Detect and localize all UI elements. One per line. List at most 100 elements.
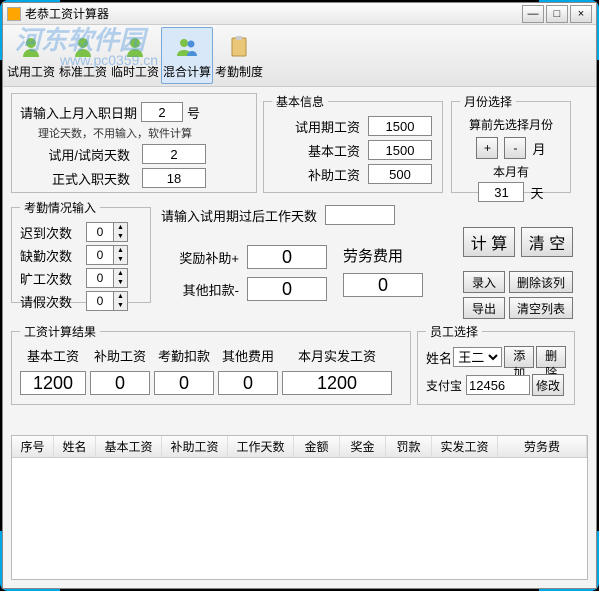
- workdays-after-input[interactable]: [325, 205, 395, 225]
- bonus-label: 奖励补助+: [161, 248, 239, 267]
- skip-stepper[interactable]: ▲▼: [86, 268, 128, 288]
- tab-label: 临时工资: [111, 63, 159, 80]
- tab-mixed-calc[interactable]: 混合计算: [161, 27, 213, 84]
- tab-label: 标准工资: [59, 63, 107, 80]
- bonus-input[interactable]: [247, 245, 327, 269]
- stepper-down-icon[interactable]: ▼: [113, 232, 127, 241]
- result-actual-value: [282, 371, 392, 395]
- stepper-up-icon[interactable]: ▲: [113, 292, 127, 301]
- app-window: 老恭工资计算器 — □ × 试用工资 标准工资 临时工资 混合计算: [2, 2, 597, 589]
- month-days-suffix: 天: [530, 183, 543, 202]
- clipboard-icon: [223, 31, 255, 63]
- stepper-down-icon[interactable]: ▼: [113, 278, 127, 287]
- tab-standard-salary[interactable]: 标准工资: [57, 27, 109, 84]
- tab-trial-salary[interactable]: 试用工资: [5, 27, 57, 84]
- result-legend: 工资计算结果: [20, 323, 100, 340]
- th-allow[interactable]: 补助工资: [162, 436, 228, 457]
- stepper-up-icon[interactable]: ▲: [113, 269, 127, 278]
- allowance-input[interactable]: [368, 164, 432, 184]
- tab-label: 试用工资: [7, 63, 55, 80]
- emp-name-select[interactable]: 王二: [453, 347, 502, 367]
- late-input[interactable]: [87, 225, 113, 239]
- month-minus-button[interactable]: -: [504, 137, 526, 159]
- emp-del-button[interactable]: 删除: [536, 346, 566, 368]
- tab-attendance-policy[interactable]: 考勤制度: [213, 27, 265, 84]
- entry-date-input[interactable]: [141, 102, 183, 122]
- calc-button[interactable]: 计 算: [463, 227, 515, 257]
- th-base[interactable]: 基本工资: [96, 436, 162, 457]
- emp-name-label: 姓名: [426, 348, 453, 367]
- month-select-legend: 月份选择: [460, 93, 516, 110]
- window-title: 老恭工资计算器: [25, 5, 520, 22]
- person-icon: [15, 31, 47, 63]
- stepper-down-icon[interactable]: ▼: [113, 301, 127, 310]
- del-row-button[interactable]: 删除该列: [509, 271, 573, 293]
- result-base-value: [20, 371, 86, 395]
- tab-label: 混合计算: [163, 63, 211, 80]
- month-plus-button[interactable]: +: [476, 137, 498, 159]
- skip-input[interactable]: [87, 271, 113, 285]
- result-other-value: [218, 371, 278, 395]
- th-name[interactable]: 姓名: [54, 436, 96, 457]
- stepper-up-icon[interactable]: ▲: [113, 223, 127, 232]
- toolbar: 试用工资 标准工资 临时工资 混合计算 考勤制度: [3, 25, 596, 87]
- absent-stepper[interactable]: ▲▼: [86, 245, 128, 265]
- th-bonus[interactable]: 奖金: [340, 436, 386, 457]
- stepper-up-icon[interactable]: ▲: [113, 246, 127, 255]
- formal-days-input[interactable]: [142, 168, 206, 188]
- attendance-legend: 考勤情况输入: [20, 199, 100, 216]
- stepper-down-icon[interactable]: ▼: [113, 255, 127, 264]
- minimize-button[interactable]: —: [522, 5, 544, 23]
- workdays-after-label: 请输入试用期过后工作天数: [161, 206, 317, 225]
- trial-salary-input[interactable]: [368, 116, 432, 136]
- entry-date-label: 请输入上月入职日期: [20, 103, 137, 122]
- base-salary-input[interactable]: [368, 140, 432, 160]
- tab-temp-salary[interactable]: 临时工资: [109, 27, 161, 84]
- late-label: 迟到次数: [20, 223, 86, 242]
- th-amount[interactable]: 金额: [294, 436, 340, 457]
- month-suffix: 月: [532, 139, 545, 158]
- person-icon: [67, 31, 99, 63]
- result-allow-header: 补助工资: [90, 346, 150, 365]
- month-days-input[interactable]: [478, 182, 524, 202]
- close-button[interactable]: ×: [570, 5, 592, 23]
- absent-input[interactable]: [87, 248, 113, 262]
- result-table: 序号 姓名 基本工资 补助工资 工作天数 金额 奖金 罚款 实发工资 劳务费: [11, 435, 588, 580]
- maximize-button[interactable]: □: [546, 5, 568, 23]
- month-days-label: 本月有: [460, 163, 562, 180]
- emp-add-button[interactable]: 添加: [504, 346, 534, 368]
- alipay-input[interactable]: [466, 375, 530, 395]
- app-icon: [7, 7, 21, 21]
- titlebar: 老恭工资计算器 — □ ×: [3, 3, 596, 25]
- th-actual[interactable]: 实发工资: [432, 436, 498, 457]
- leave-input[interactable]: [87, 294, 113, 308]
- trial-days-input[interactable]: [142, 144, 206, 164]
- entry-date-suffix: 号: [187, 103, 200, 122]
- th-seq[interactable]: 序号: [12, 436, 54, 457]
- th-labor[interactable]: 劳务费: [498, 436, 587, 457]
- table-header: 序号 姓名 基本工资 补助工资 工作天数 金额 奖金 罚款 实发工资 劳务费: [12, 436, 587, 458]
- other-deduct-input[interactable]: [247, 277, 327, 301]
- theory-note: 理论天数，不用输入，软件计算: [38, 125, 248, 141]
- people-icon: [171, 31, 203, 63]
- result-actual-header: 本月实发工资: [282, 346, 392, 365]
- record-button[interactable]: 录入: [463, 271, 505, 293]
- employee-legend: 员工选择: [426, 323, 482, 340]
- clear-button[interactable]: 清 空: [521, 227, 573, 257]
- leave-stepper[interactable]: ▲▼: [86, 291, 128, 311]
- result-attend-value: [154, 371, 214, 395]
- clear-list-button[interactable]: 清空列表: [509, 297, 573, 319]
- labor-fee-input[interactable]: [343, 273, 423, 297]
- labor-fee-label: 劳务费用: [343, 245, 403, 266]
- month-pre-label: 算前先选择月份: [460, 116, 562, 133]
- trial-salary-label: 试用期工资: [272, 117, 360, 136]
- th-penalty[interactable]: 罚款: [386, 436, 432, 457]
- result-attend-header: 考勤扣款: [154, 346, 214, 365]
- th-workdays[interactable]: 工作天数: [228, 436, 294, 457]
- emp-edit-button[interactable]: 修改: [532, 374, 564, 396]
- result-allow-value: [90, 371, 150, 395]
- late-stepper[interactable]: ▲▼: [86, 222, 128, 242]
- export-button[interactable]: 导出: [463, 297, 505, 319]
- skip-label: 旷工次数: [20, 269, 86, 288]
- other-deduct-label: 其他扣款-: [161, 280, 239, 299]
